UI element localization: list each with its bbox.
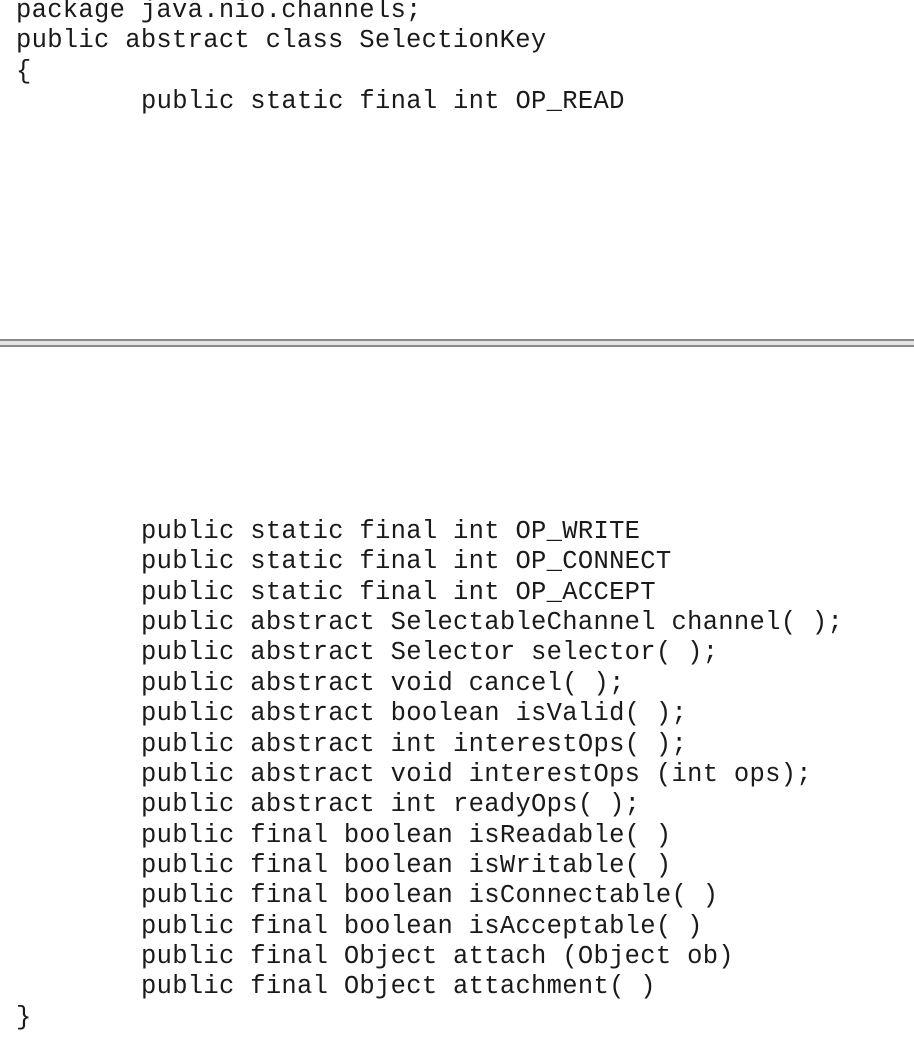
member-line: public final Object attach (Object ob) [141, 942, 734, 971]
member-line: public static final int OP_WRITE [141, 517, 641, 546]
package-declaration: package java.nio.channels; [16, 0, 422, 25]
member-line: public abstract void cancel( ); [141, 669, 625, 698]
member-line: public abstract void interestOps (int op… [141, 760, 812, 789]
member-line: public abstract boolean isValid( ); [141, 699, 688, 728]
member-op-read: public static final int OP_READ [141, 87, 625, 116]
class-declaration: public abstract class SelectionKey [16, 26, 547, 55]
member-line: public static final int OP_ACCEPT [141, 578, 656, 607]
member-line: public abstract int readyOps( ); [141, 790, 641, 819]
page-divider [0, 339, 914, 347]
member-line: public abstract SelectableChannel channe… [141, 608, 844, 637]
member-line: public final boolean isReadable( ) [141, 821, 672, 850]
member-line: public final Object attachment( ) [141, 972, 656, 1001]
member-line: public static final int OP_CONNECT [141, 547, 672, 576]
close-brace: } [16, 1003, 32, 1032]
member-line: public final boolean isAcceptable( ) [141, 912, 703, 941]
member-line: public final boolean isWritable( ) [141, 851, 672, 880]
open-brace: { [16, 57, 32, 86]
member-line: public abstract Selector selector( ); [141, 638, 719, 667]
member-line: public abstract int interestOps( ); [141, 730, 688, 759]
member-line: public final boolean isConnectable( ) [141, 881, 719, 910]
